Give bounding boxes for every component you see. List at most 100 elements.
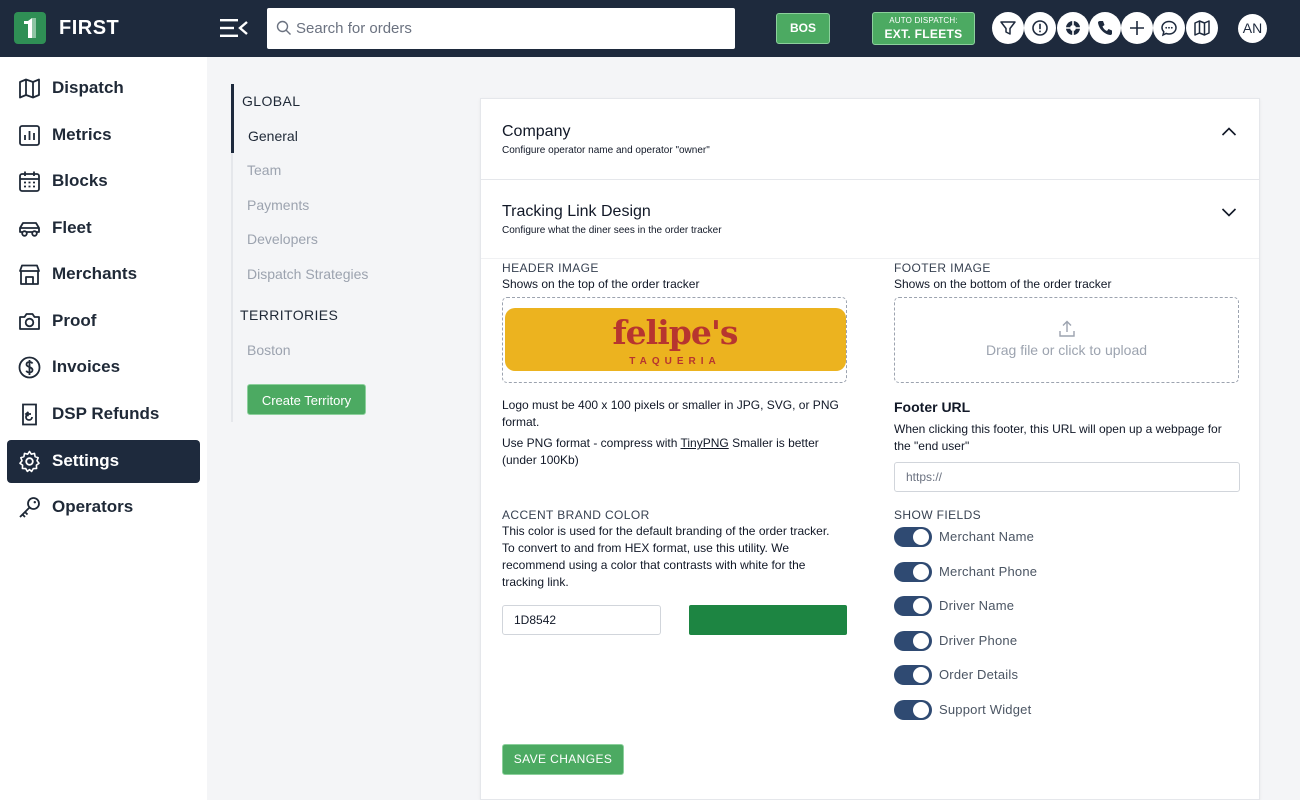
- settings-item-general[interactable]: General: [248, 128, 298, 144]
- toggle-knob: [913, 667, 929, 683]
- png-note: Use PNG format - compress with TinyPNG S…: [502, 435, 847, 469]
- toggle-switch[interactable]: [894, 562, 932, 582]
- app-logo[interactable]: [14, 12, 46, 44]
- sidebar-item-blocks[interactable]: Blocks: [7, 160, 200, 203]
- toggle-switch[interactable]: [894, 665, 932, 685]
- auto-dispatch-button[interactable]: AUTO DISPATCH: EXT. FLEETS: [872, 12, 975, 45]
- chart-icon: [19, 125, 40, 146]
- sidebar-item-invoices[interactable]: Invoices: [7, 346, 200, 389]
- sidebar-item-dispatch[interactable]: Dispatch: [7, 67, 200, 110]
- chat-icon[interactable]: [1153, 12, 1185, 44]
- brand-name: FIRST: [59, 17, 120, 39]
- map-icon: [19, 78, 40, 99]
- accent-color-desc: This color is used for the default brand…: [502, 524, 830, 589]
- toggle-switch[interactable]: [894, 527, 932, 547]
- toggle-knob: [913, 564, 929, 580]
- logo-wordmark: felipe's: [612, 313, 737, 352]
- gear-icon: [19, 450, 40, 473]
- territory-item-boston[interactable]: Boston: [247, 342, 291, 358]
- toggle-switch[interactable]: [894, 596, 932, 616]
- save-changes-button[interactable]: SAVE CHANGES: [502, 744, 624, 775]
- search-input[interactable]: [296, 8, 726, 49]
- toggle-switch[interactable]: [894, 631, 932, 651]
- map-icon[interactable]: [1186, 12, 1218, 44]
- settings-card: Company Configure operator name and oper…: [480, 98, 1260, 800]
- toggle-knob: [913, 633, 929, 649]
- tracking-section-title[interactable]: Tracking Link Design: [502, 203, 651, 221]
- filter-icon[interactable]: [992, 12, 1024, 44]
- sidebar-item-fleet[interactable]: Fleet: [7, 207, 200, 250]
- toggle-knob: [913, 702, 929, 718]
- create-territory-button[interactable]: Create Territory: [247, 384, 366, 415]
- company-section-subtitle: Configure operator name and operator "ow…: [502, 145, 710, 156]
- footer-image-upload[interactable]: Drag file or click to upload: [894, 297, 1239, 383]
- settings-item-payments[interactable]: Payments: [247, 197, 309, 213]
- alert-icon[interactable]: [1024, 12, 1056, 44]
- sidebar-item-label: DSP Refunds: [52, 404, 160, 423]
- accent-color-swatch[interactable]: [689, 605, 847, 635]
- sidebar-item-proof[interactable]: Proof: [7, 300, 200, 343]
- header-logo-image: felipe's TAQUERIA: [505, 308, 846, 371]
- dollar-icon: [18, 356, 41, 379]
- settings-item-dispatch-strategies[interactable]: Dispatch Strategies: [247, 266, 368, 282]
- toggle-label: Driver Phone: [939, 633, 1018, 648]
- auto-dispatch-caption: AUTO DISPATCH:: [889, 16, 958, 25]
- toggle-label: Support Widget: [939, 702, 1032, 717]
- header-image-upload[interactable]: felipe's TAQUERIA: [502, 297, 847, 383]
- sidebar-item-merchants[interactable]: Merchants: [7, 253, 200, 296]
- toggle-label: Driver Name: [939, 598, 1015, 613]
- footer-url-input[interactable]: [894, 462, 1240, 492]
- show-fields-label: SHOW FIELDS: [894, 508, 982, 522]
- section-divider: [481, 258, 1259, 259]
- support-icon[interactable]: [1057, 12, 1089, 44]
- sidebar-item-label: Metrics: [52, 125, 112, 144]
- car-icon: [19, 222, 40, 237]
- accent-color-label: ACCENT BRAND COLOR: [502, 508, 650, 522]
- sidebar-item-label: Fleet: [52, 218, 92, 237]
- company-section-title[interactable]: Company: [502, 123, 570, 141]
- footer-image-label: FOOTER IMAGE: [894, 261, 991, 275]
- phone-icon[interactable]: [1089, 12, 1121, 44]
- section-divider: [481, 179, 1259, 180]
- market-button[interactable]: BOS: [776, 13, 830, 44]
- order-search: [267, 8, 735, 49]
- logo-size-note: Logo must be 400 x 100 pixels or smaller…: [502, 398, 839, 429]
- plus-icon[interactable]: [1121, 12, 1153, 44]
- upload-icon: [1059, 320, 1075, 337]
- accent-color-input[interactable]: [502, 605, 661, 635]
- store-icon: [19, 264, 40, 285]
- footer-url-desc: When clicking this footer, this URL will…: [894, 422, 1222, 453]
- sidebar-item-label: Dispatch: [52, 78, 124, 97]
- tinypng-link[interactable]: TinyPNG: [681, 436, 729, 450]
- footer-image-desc: Shows on the bottom of the order tracker: [894, 277, 1112, 291]
- chevron-up-icon[interactable]: [1221, 124, 1237, 140]
- settings-item-team[interactable]: Team: [247, 162, 281, 178]
- sidebar-item-label: Proof: [52, 311, 97, 330]
- tracking-section-subtitle: Configure what the diner sees in the ord…: [502, 225, 722, 236]
- main-sidebar: Dispatch Metrics Blocks Fleet Merchants …: [0, 57, 207, 800]
- sidebar-item-operators[interactable]: Operators: [7, 486, 200, 529]
- header-image-desc: Shows on the top of the order tracker: [502, 277, 700, 291]
- sidebar-item-dsp-refunds[interactable]: DSP Refunds: [7, 393, 200, 436]
- user-avatar[interactable]: AN: [1238, 14, 1267, 43]
- key-icon: [19, 497, 40, 518]
- sidebar-item-metrics[interactable]: Metrics: [7, 114, 200, 157]
- upload-hint: Drag file or click to upload: [985, 342, 1148, 358]
- toggle-label: Merchant Name: [939, 529, 1035, 544]
- logo-mark-icon: [24, 18, 36, 38]
- header-image-label: HEADER IMAGE: [502, 261, 599, 275]
- search-icon: [276, 20, 291, 35]
- footer-url-heading: Footer URL: [894, 399, 971, 415]
- settings-item-developers[interactable]: Developers: [247, 231, 318, 247]
- refund-icon: [22, 403, 37, 426]
- png-note-text: Use PNG format - compress with: [502, 436, 681, 450]
- sidebar-item-settings[interactable]: Settings: [7, 440, 200, 483]
- chevron-down-icon[interactable]: [1221, 204, 1237, 220]
- collapse-menu-icon[interactable]: [220, 17, 248, 39]
- toggle-knob: [913, 598, 929, 614]
- settings-territories-heading: TERRITORIES: [240, 307, 339, 323]
- toggle-label: Order Details: [939, 667, 1019, 682]
- toggle-knob: [913, 529, 929, 545]
- toggle-label: Merchant Phone: [939, 564, 1038, 579]
- toggle-switch[interactable]: [894, 700, 932, 720]
